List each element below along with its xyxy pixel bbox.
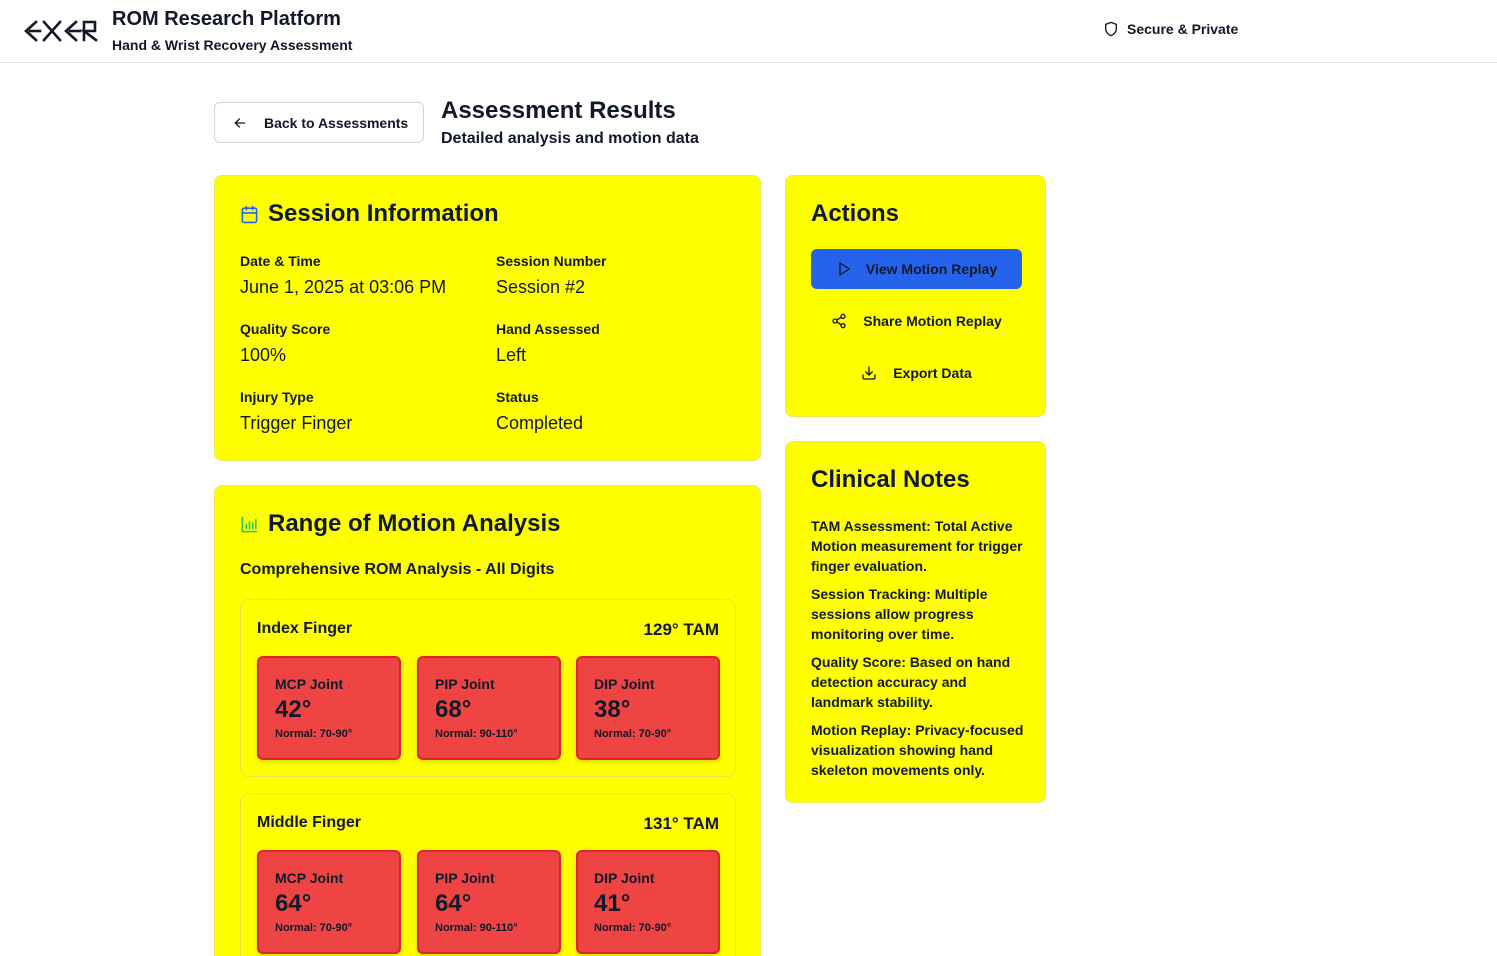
joint-normal-range: Normal: 70-90° — [594, 728, 672, 740]
clinical-notes-card: Clinical Notes TAM Assessment: Total Act… — [785, 441, 1046, 803]
share-icon — [832, 313, 846, 329]
export-label: Export Data — [893, 365, 972, 381]
share-motion-replay-button[interactable]: Share Motion Replay — [811, 301, 1022, 341]
joint-card-pip: PIP Joint 68° Normal: 90-110° — [417, 656, 561, 760]
calendar-icon — [241, 205, 258, 223]
note-item: Quality Score: Based on hand detection a… — [811, 654, 1011, 710]
joint-card-pip: PIP Joint 64° Normal: 90-110° — [417, 850, 561, 954]
range-of-motion-card: Range of Motion Analysis Comprehensive R… — [214, 485, 761, 956]
joint-degrees: 64° — [275, 890, 312, 917]
note-item: TAM Assessment: Total Active Motion meas… — [811, 518, 1023, 574]
joint-card-dip: DIP Joint 38° Normal: 70-90° — [576, 656, 720, 760]
back-to-assessments-button[interactable]: Back to Assessments — [214, 102, 424, 143]
app-title: ROM Research Platform — [112, 8, 341, 30]
secure-label: Secure & Private — [1127, 21, 1239, 37]
bar-chart-icon — [241, 516, 258, 532]
status-label: Status — [496, 389, 539, 405]
page-title: Assessment Results — [441, 97, 676, 124]
joint-degrees: 38° — [594, 696, 631, 723]
session-card-header: Session Information — [240, 200, 499, 228]
joint-degrees: 64° — [435, 890, 472, 917]
rom-subtitle: Comprehensive ROM Analysis - All Digits — [240, 561, 555, 578]
joint-name: PIP Joint — [435, 870, 495, 886]
rom-card-header: Range of Motion Analysis — [240, 510, 560, 538]
joint-degrees: 42° — [275, 696, 312, 723]
back-label: Back to Assessments — [264, 114, 409, 131]
finger-name: Middle Finger — [257, 814, 361, 831]
top-bar: ROM Research Platform Hand & Wrist Recov… — [0, 0, 1497, 63]
exer-logo[interactable] — [24, 18, 100, 44]
shield-icon — [1105, 21, 1117, 37]
view-motion-replay-button[interactable]: View Motion Replay — [811, 249, 1022, 289]
quality-score-value: 100% — [240, 345, 287, 365]
rom-card-title: Range of Motion Analysis — [268, 510, 561, 537]
joint-normal-range: Normal: 90-110° — [435, 922, 518, 934]
session-number-value: Session #2 — [496, 277, 586, 297]
joint-name: MCP Joint — [275, 870, 344, 886]
joint-normal-range: Normal: 90-110° — [435, 728, 518, 740]
arrow-left-icon — [234, 117, 246, 128]
joint-card-dip: DIP Joint 41° Normal: 70-90° — [576, 850, 720, 954]
joint-card-mcp: MCP Joint 42° Normal: 70-90° — [257, 656, 401, 760]
hand-assessed-value: Left — [496, 345, 527, 365]
joint-name: DIP Joint — [594, 676, 655, 692]
app-subtitle: Hand & Wrist Recovery Assessment — [112, 37, 353, 53]
joint-normal-range: Normal: 70-90° — [275, 728, 353, 740]
joint-name: PIP Joint — [435, 676, 495, 692]
status-value: Completed — [496, 413, 584, 433]
joint-card-mcp: MCP Joint 64° Normal: 70-90° — [257, 850, 401, 954]
notes-title: Clinical Notes — [811, 466, 970, 493]
joint-name: MCP Joint — [275, 676, 344, 692]
finger-card-middle: Middle Finger 131° TAM MCP Joint 64° Nor… — [240, 793, 736, 956]
secure-badge: Secure & Private — [1103, 21, 1238, 37]
export-data-button[interactable]: Export Data — [811, 353, 1022, 393]
finger-tam: 129° TAM — [643, 620, 719, 639]
session-information-card: Session Information Date & Time June 1, … — [214, 175, 761, 461]
quality-score-label: Quality Score — [240, 321, 331, 337]
joint-name: DIP Joint — [594, 870, 655, 886]
page-subtitle: Detailed analysis and motion data — [441, 130, 699, 147]
joint-degrees: 68° — [435, 696, 472, 723]
joint-degrees: 41° — [594, 890, 631, 917]
download-icon — [862, 366, 876, 380]
actions-title: Actions — [811, 200, 900, 227]
finger-tam: 131° TAM — [643, 814, 719, 833]
notes-list: TAM Assessment: Total Active Motion meas… — [811, 516, 1031, 788]
injury-type-label: Injury Type — [240, 389, 314, 405]
date-time-value: June 1, 2025 at 03:06 PM — [240, 277, 447, 297]
finger-name: Index Finger — [257, 620, 353, 637]
note-item: Session Tracking: Multiple sessions allo… — [811, 586, 988, 642]
session-number-label: Session Number — [496, 253, 607, 269]
hand-assessed-label: Hand Assessed — [496, 321, 600, 337]
injury-type-value: Trigger Finger — [240, 413, 353, 433]
play-icon — [839, 262, 850, 276]
actions-card: Actions View Motion Replay Share Motion … — [785, 175, 1046, 417]
joint-normal-range: Normal: 70-90° — [594, 922, 672, 934]
date-time-label: Date & Time — [240, 253, 321, 269]
view-replay-label: View Motion Replay — [865, 261, 998, 277]
share-replay-label: Share Motion Replay — [863, 313, 1002, 329]
finger-card-index: Index Finger 129° TAM MCP Joint 42° Norm… — [240, 599, 736, 777]
session-card-title: Session Information — [268, 200, 499, 227]
note-item: Motion Replay: Privacy-focused visualiza… — [811, 722, 1024, 778]
joint-normal-range: Normal: 70-90° — [275, 922, 353, 934]
